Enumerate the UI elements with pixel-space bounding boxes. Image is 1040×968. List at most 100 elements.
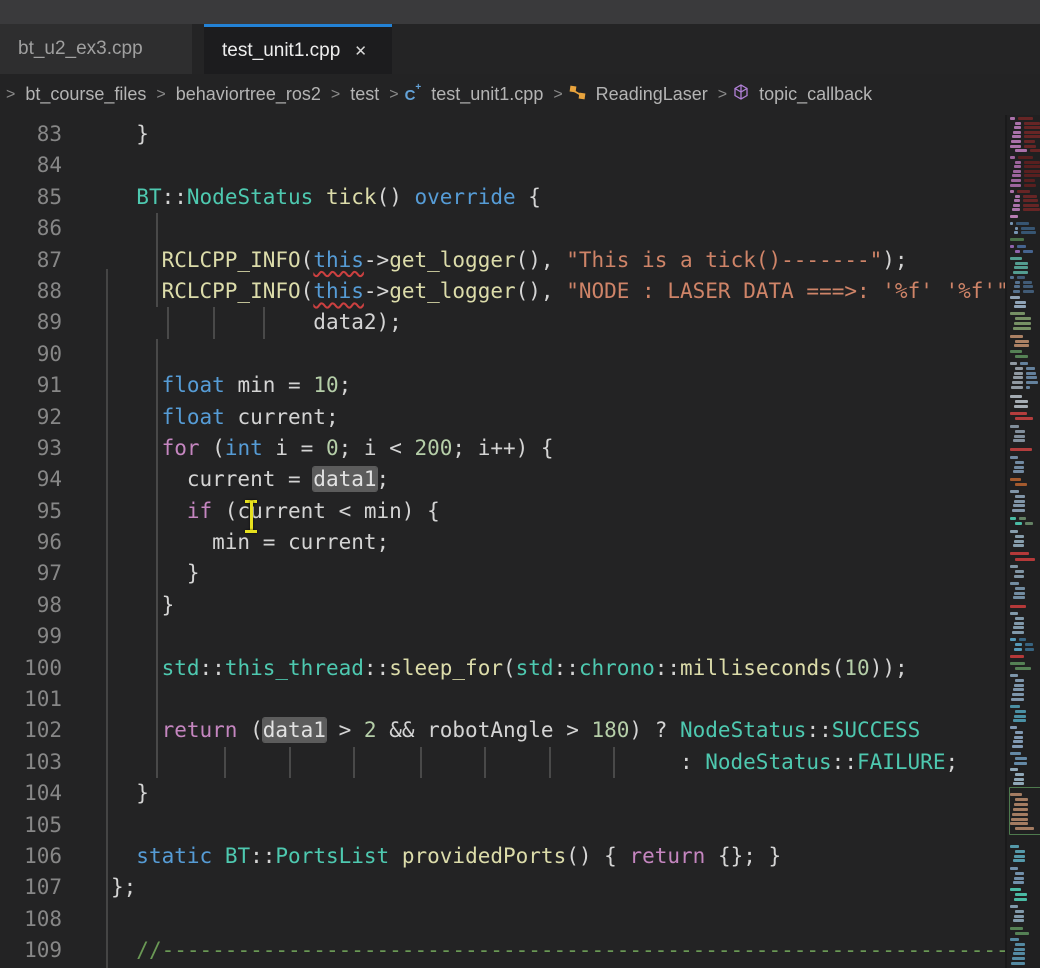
minimap-row bbox=[1023, 208, 1040, 211]
minimap-row bbox=[1010, 605, 1026, 608]
window-title-bar bbox=[0, 0, 1040, 24]
tab-test-unit1[interactable]: test_unit1.cpp ✕ bbox=[204, 24, 392, 74]
code-line-90[interactable]: 90 bbox=[0, 339, 1005, 370]
minimap-row bbox=[1026, 376, 1037, 379]
minimap-row bbox=[1014, 648, 1022, 651]
minimap-row bbox=[1010, 705, 1020, 708]
minimap-row bbox=[1010, 245, 1014, 248]
minimap-row bbox=[1023, 281, 1032, 284]
minimap-row bbox=[1015, 195, 1020, 198]
code-line-97[interactable]: 97 } bbox=[0, 558, 1005, 589]
minimap-row bbox=[1026, 372, 1036, 375]
minimap-row bbox=[1024, 122, 1040, 125]
code-line-92[interactable]: 92 float current; bbox=[0, 402, 1005, 433]
minimap-row bbox=[1010, 638, 1016, 641]
code-editor[interactable]: 83 }8485 BT::NodeStatus tick() override … bbox=[0, 115, 1005, 968]
minimap-row bbox=[1015, 340, 1029, 343]
code-line-91[interactable]: 91 float min = 10; bbox=[0, 370, 1005, 401]
chevron-right-icon: > bbox=[6, 86, 15, 104]
code-line-107[interactable]: 107}; bbox=[0, 872, 1005, 903]
minimap-row bbox=[1010, 335, 1023, 338]
breadcrumb-item-class[interactable]: ReadingLaser bbox=[596, 84, 708, 105]
code-line-84[interactable]: 84 bbox=[0, 150, 1005, 181]
code-line-100[interactable]: 100 std::this_thread::sleep_for(std::chr… bbox=[0, 653, 1005, 684]
minimap-row bbox=[1013, 688, 1024, 691]
minimap-row bbox=[1015, 932, 1029, 935]
minimap-row bbox=[1010, 552, 1029, 555]
minimap-row bbox=[1010, 938, 1019, 941]
breadcrumb-item-symbol[interactable]: topic_callback bbox=[759, 84, 872, 105]
code-line-98[interactable]: 98 } bbox=[0, 590, 1005, 621]
editor-tab-bar: bt_u2_ex3.cpp test_unit1.cpp ✕ bbox=[0, 24, 1040, 74]
minimap-row bbox=[1025, 522, 1033, 525]
code-line-87[interactable]: 87 RCLCPP_INFO(this->get_logger(), "This… bbox=[0, 245, 1005, 276]
tab-label: bt_u2_ex3.cpp bbox=[18, 38, 143, 60]
minimap-row bbox=[1010, 752, 1021, 755]
minimap-row bbox=[1010, 215, 1018, 218]
line-number: 95 bbox=[0, 496, 62, 527]
minimap-row bbox=[1013, 376, 1023, 379]
code-line-106[interactable]: 106 static BT::PortsList providedPorts()… bbox=[0, 841, 1005, 872]
tab-bt-u2-ex3[interactable]: bt_u2_ex3.cpp bbox=[0, 24, 192, 74]
minimap-row bbox=[1026, 381, 1038, 384]
code-line-96[interactable]: 96 min = current; bbox=[0, 527, 1005, 558]
code-line-83[interactable]: 83 } bbox=[0, 119, 1005, 150]
minimap-row bbox=[1010, 312, 1025, 315]
line-number: 98 bbox=[0, 590, 62, 621]
code-line-94[interactable]: 94 current = data1; bbox=[0, 464, 1005, 495]
code-line-88[interactable]: 88 RCLCPP_INFO(this->get_logger(), "NODE… bbox=[0, 276, 1005, 307]
code-line-89[interactable]: 89 data2); bbox=[0, 307, 1005, 338]
code-line-103[interactable]: 103 : NodeStatus::FAILURE; bbox=[0, 747, 1005, 778]
code-line-93[interactable]: 93 for (int i = 0; i < 200; i++) { bbox=[0, 433, 1005, 464]
minimap-row bbox=[1012, 381, 1023, 384]
chevron-right-icon: > bbox=[156, 86, 165, 104]
minimap-row bbox=[1023, 204, 1039, 207]
code-line-85[interactable]: 85 BT::NodeStatus tick() override { bbox=[0, 182, 1005, 213]
code-line-86[interactable]: 86 bbox=[0, 213, 1005, 244]
line-number: 94 bbox=[0, 464, 62, 495]
minimap-row bbox=[1010, 448, 1032, 451]
code-line-102[interactable]: 102 return (data1 > 2 && robotAngle > 18… bbox=[0, 715, 1005, 746]
minimap-row bbox=[1015, 250, 1020, 253]
code-line-105[interactable]: 105 bbox=[0, 810, 1005, 841]
line-number: 99 bbox=[0, 621, 62, 652]
minimap-row bbox=[1013, 719, 1026, 722]
minimap-row bbox=[1015, 893, 1027, 896]
minimap-row bbox=[1014, 540, 1024, 543]
breadcrumb-item-folder[interactable]: test bbox=[350, 84, 379, 105]
minimap-row bbox=[1013, 596, 1025, 599]
minimap-row bbox=[1010, 905, 1018, 908]
code-line-108[interactable]: 108 bbox=[0, 904, 1005, 935]
code-line-99[interactable]: 99 bbox=[0, 621, 1005, 652]
minimap-row bbox=[1015, 643, 1022, 646]
code-line-104[interactable]: 104 } bbox=[0, 778, 1005, 809]
code-line-109[interactable]: 109 //----------------------------------… bbox=[0, 935, 1005, 966]
breadcrumb-item-file[interactable]: test_unit1.cpp bbox=[431, 84, 543, 105]
breadcrumb-item-folder[interactable]: bt_course_files bbox=[25, 84, 146, 105]
minimap-row bbox=[1023, 195, 1037, 198]
minimap-row bbox=[1015, 301, 1026, 304]
minimap-row bbox=[1010, 662, 1025, 665]
minimap-row bbox=[1014, 126, 1021, 129]
minimap-row bbox=[1015, 317, 1031, 320]
minimap-row bbox=[1014, 372, 1023, 375]
minimap-row bbox=[1013, 271, 1028, 274]
minimap[interactable] bbox=[1005, 115, 1040, 968]
minimap-row bbox=[1024, 140, 1035, 143]
minimap-row bbox=[1015, 587, 1025, 590]
minimap-row bbox=[1012, 745, 1023, 748]
minimap-row bbox=[1012, 135, 1021, 138]
code-line-101[interactable]: 101 bbox=[0, 684, 1005, 715]
line-number: 100 bbox=[0, 653, 62, 684]
close-tab-icon[interactable]: ✕ bbox=[354, 42, 367, 60]
minimap-row bbox=[1014, 898, 1027, 901]
line-number: 97 bbox=[0, 558, 62, 589]
code-line-95[interactable]: 95 if (current < min) { bbox=[0, 496, 1005, 527]
minimap-row bbox=[1015, 355, 1028, 358]
minimap-row bbox=[1014, 500, 1025, 503]
line-number: 86 bbox=[0, 213, 62, 244]
minimap-row bbox=[1010, 425, 1019, 428]
chevron-right-icon: > bbox=[718, 86, 727, 104]
breadcrumb-item-folder[interactable]: behaviortree_ros2 bbox=[176, 84, 321, 105]
minimap-row bbox=[1014, 575, 1024, 578]
